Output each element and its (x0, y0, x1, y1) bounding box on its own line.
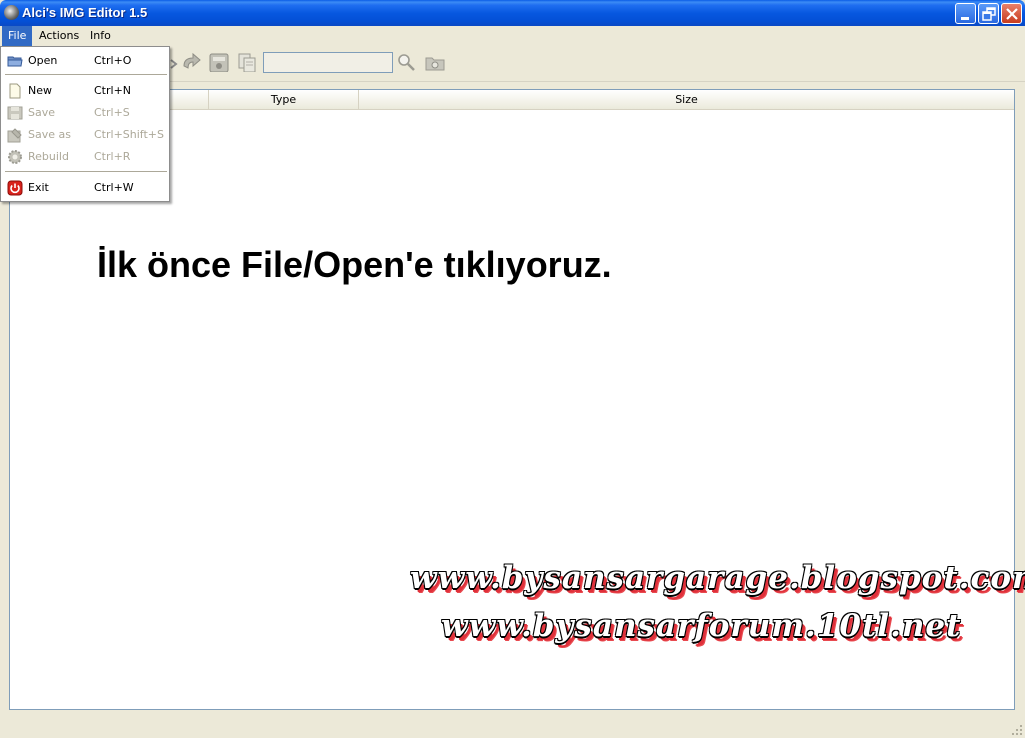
menu-item-open-shortcut: Ctrl+O (94, 54, 132, 67)
menu-item-exit-shortcut: Ctrl+W (94, 181, 134, 194)
search-input[interactable] (263, 52, 393, 73)
folder-open-icon (7, 56, 23, 67)
save-as-icon (7, 128, 22, 143)
menu-item-new-shortcut: Ctrl+N (94, 84, 132, 97)
search-icon[interactable] (395, 52, 417, 72)
watermark-line-2: www.bysansarforum.10tl.net (441, 608, 962, 644)
menu-item-open[interactable]: Open Ctrl+O (2, 50, 168, 72)
menu-item-save-as-shortcut: Ctrl+Shift+S (94, 128, 164, 141)
app-icon[interactable] (4, 5, 19, 20)
menu-item-exit-label: Exit (28, 181, 49, 194)
menu-item-exit[interactable]: Exit Ctrl+W (2, 177, 168, 199)
restore-button[interactable] (978, 3, 999, 24)
window-title: Alci's IMG Editor 1.5 (22, 5, 148, 20)
menu-item-rebuild[interactable]: Rebuild Ctrl+R (2, 146, 168, 168)
menu-separator (5, 74, 167, 75)
menu-item-rebuild-shortcut: Ctrl+R (94, 150, 131, 163)
close-button[interactable] (1001, 3, 1022, 24)
menu-actions[interactable]: Actions (33, 26, 85, 46)
instruction-text: İlk önce File/Open'e tıklıyoruz. (97, 244, 612, 285)
new-file-icon (9, 83, 21, 99)
menu-item-rebuild-label: Rebuild (28, 150, 69, 163)
column-size[interactable]: Size (359, 90, 1014, 110)
menu-item-save[interactable]: Save Ctrl+S (2, 102, 168, 124)
menu-separator (5, 171, 167, 172)
restore-icon (982, 7, 996, 21)
menu-item-new-label: New (28, 84, 52, 97)
power-icon (7, 180, 23, 196)
resize-grip-icon[interactable] (1011, 724, 1023, 736)
menu-item-save-as-label: Save as (28, 128, 71, 141)
extract-icon[interactable] (208, 52, 230, 72)
menu-item-save-shortcut: Ctrl+S (94, 106, 130, 119)
menu-item-open-label: Open (28, 54, 58, 67)
find-folder-icon[interactable] (424, 52, 446, 72)
title-bar[interactable]: Alci's IMG Editor 1.5 (0, 0, 1025, 26)
watermark-line-1: www.bysansargarage.blogspot.com (410, 560, 1025, 596)
app-window: Alci's IMG Editor 1.5 File Actions Info (0, 0, 1025, 738)
gear-icon (8, 150, 22, 164)
menu-info[interactable]: Info (84, 26, 117, 46)
close-icon (1006, 8, 1018, 20)
column-type[interactable]: Type (209, 90, 359, 110)
menu-item-save-as[interactable]: Save as Ctrl+Shift+S (2, 124, 168, 146)
copy-icon[interactable] (236, 52, 258, 72)
floppy-disk-icon (7, 106, 23, 120)
menu-item-save-label: Save (28, 106, 56, 119)
menu-bar: File Actions Info (0, 26, 1025, 46)
chevron-icon[interactable] (170, 54, 180, 74)
minimize-icon (961, 17, 969, 20)
menu-item-new[interactable]: New Ctrl+N (2, 80, 168, 102)
import-arrow-icon[interactable] (180, 52, 202, 72)
minimize-button[interactable] (955, 3, 976, 24)
menu-file[interactable]: File (2, 26, 33, 46)
file-menu-dropdown: Open Ctrl+O New Ctrl+N Save Ctrl+S Save … (0, 46, 170, 202)
